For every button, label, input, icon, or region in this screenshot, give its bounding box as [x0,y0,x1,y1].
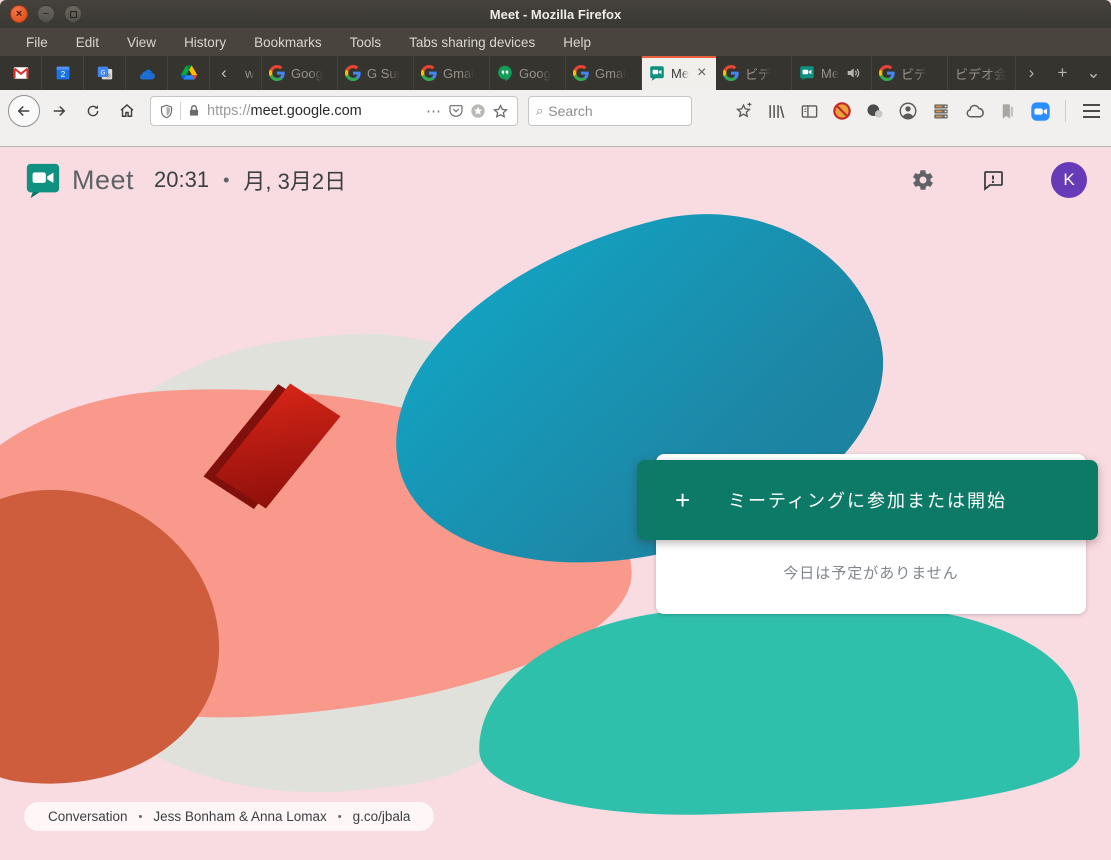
tab-audio-icon[interactable] [845,65,861,81]
menu-bookmarks[interactable]: Bookmarks [240,31,336,54]
artwork-attribution-chip: Conversation • Jess Bonham & Anna Lomax … [24,802,434,831]
pocket-icon[interactable] [448,103,464,119]
bookmark-star-outline-icon[interactable] [492,103,509,120]
date: 月, 3月2日 [243,164,346,196]
browser-tab[interactable]: w [238,56,262,90]
settings-gear-icon[interactable] [911,168,935,192]
meet-icon [649,65,665,81]
menu-tabs-sharing-devices[interactable]: Tabs sharing devices [395,31,549,54]
bookmark-star-icon[interactable] [731,99,755,123]
menu-tools[interactable]: Tools [336,31,396,54]
zoom-icon[interactable] [1028,99,1052,123]
back-button[interactable] [8,95,40,127]
menu-history[interactable]: History [170,31,240,54]
menu-view[interactable]: View [113,31,170,54]
attribution-link[interactable]: g.co/jbala [353,809,411,824]
cloud-icon[interactable] [962,99,986,123]
translate-icon [97,65,113,81]
menu-help[interactable]: Help [549,31,605,54]
window-maximize-button[interactable] [64,5,82,23]
clock: 20:31 [154,167,209,193]
account-avatar[interactable]: K [1051,162,1087,198]
join-or-start-meeting-button[interactable]: + ミーティングに参加または開始 [637,460,1098,540]
browser-tab[interactable]: ビデ [872,56,948,90]
browser-tab[interactable]: Gmai [414,56,490,90]
meet-logo-icon [24,161,62,199]
lock-icon[interactable] [187,104,201,118]
browser-tab[interactable]: ビデオ会 [948,56,1016,90]
browser-tab-active-meet[interactable]: Me × [642,56,716,90]
scroll-tabs-left-button[interactable]: ‹ [210,56,238,90]
library-icon[interactable] [764,99,788,123]
browser-tab[interactable]: Goog [490,56,566,90]
window-close-button[interactable]: × [10,5,28,23]
drive-icon [181,65,197,81]
hangouts-icon [497,65,513,81]
menubar: File Edit View History Bookmarks Tools T… [0,28,1111,56]
empty-schedule-text: 今日は予定がありません [656,562,1086,583]
window-title: Meet - Mozilla Firefox [0,7,1111,22]
tab-bar: ‹ w Goog G Sui Gmai Goog Gmai Me × ビデ Me… [0,56,1111,90]
navigation-toolbar: https://meet.google.com ⋯ ⌕ [0,90,1111,132]
google-g-icon [573,65,589,81]
sidebar-icon[interactable] [797,99,821,123]
browser-tab[interactable]: Me [792,56,872,90]
server-icon[interactable] [929,99,953,123]
new-tab-button[interactable]: + [1047,56,1078,90]
menu-icon[interactable] [1079,99,1103,123]
tab-close-icon[interactable]: × [697,64,706,82]
pinned-tab-calendar[interactable] [42,56,84,90]
pinned-tab-gmail[interactable] [0,56,42,90]
reload-button[interactable] [78,96,108,126]
browser-tab[interactable]: Goog [262,56,338,90]
browser-tab[interactable]: ビデ [716,56,792,90]
list-all-tabs-button[interactable]: ⌄ [1078,56,1109,90]
google-g-icon [421,65,437,81]
menu-file[interactable]: File [12,31,62,54]
bookmarks-strip [0,132,1111,147]
meet-page: Meet 20:31 • 月, 3月2日 K 今日は予定がありません + ミーテ… [0,147,1111,859]
meet-brand: Meet [72,165,134,196]
forward-button[interactable] [44,96,74,126]
gmail-icon [13,65,29,81]
google-g-icon [879,65,895,81]
meet-header: Meet 20:31 • 月, 3月2日 K [0,147,1111,213]
pinned-tab-onedrive[interactable] [126,56,168,90]
browser-tab[interactable]: Gmai [566,56,642,90]
account-icon[interactable] [896,99,920,123]
feedback-icon[interactable] [981,168,1005,192]
spheres-icon[interactable] [863,99,887,123]
google-g-icon [345,65,361,81]
adblock-icon[interactable] [830,99,854,123]
search-bar[interactable]: ⌕ [528,96,692,126]
tracking-protection-shield-icon[interactable] [159,104,174,119]
starred-badge-icon[interactable] [470,103,486,119]
search-input[interactable] [548,103,658,119]
onedrive-icon [139,65,155,81]
meet-icon [799,65,815,81]
url-bar[interactable]: https://meet.google.com ⋯ [150,96,518,126]
google-g-icon [723,65,739,81]
window-minimize-button[interactable]: − [37,5,55,23]
url-text[interactable]: https://meet.google.com [207,103,403,119]
pinned-tab-translate[interactable] [84,56,126,90]
flag-icon[interactable] [995,99,1019,123]
page-actions-icon[interactable]: ⋯ [426,102,442,120]
plus-icon: + [675,485,690,516]
scroll-tabs-right-button[interactable]: › [1016,56,1047,90]
window-titlebar: × − Meet - Mozilla Firefox [0,0,1111,28]
home-button[interactable] [112,96,142,126]
background-red-slab [230,377,340,507]
google-g-icon [269,65,285,81]
calendar-icon [55,65,71,81]
pinned-tab-drive[interactable] [168,56,210,90]
menu-edit[interactable]: Edit [62,31,113,54]
search-icon: ⌕ [536,103,543,119]
browser-tab[interactable]: G Sui [338,56,414,90]
